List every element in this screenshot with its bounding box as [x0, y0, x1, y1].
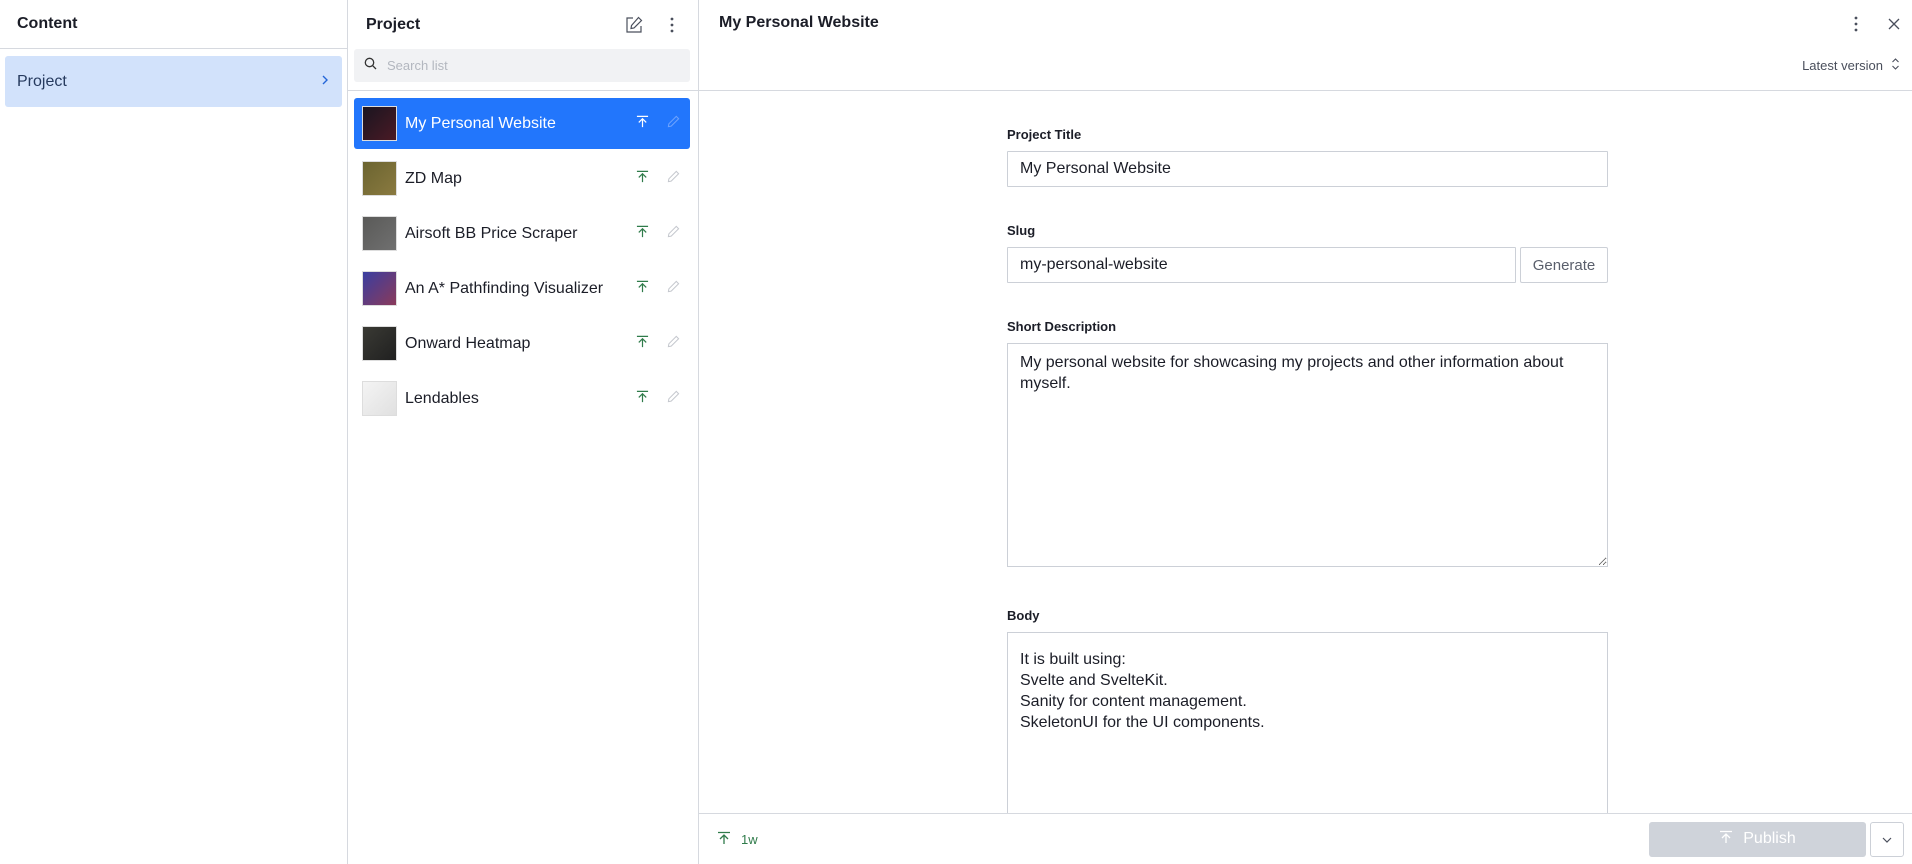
- project-list-item[interactable]: Lendables: [354, 373, 690, 424]
- more-vertical-icon[interactable]: [662, 15, 682, 35]
- pencil-icon: [667, 280, 680, 298]
- chevron-up-down-icon: [1891, 57, 1900, 74]
- project-item-label: ZD Map: [405, 169, 462, 187]
- version-label: Latest version: [1802, 58, 1883, 73]
- body-line: Sanity for content management.: [1020, 693, 1247, 710]
- project-list-pane: Project My Personal Website ZD Map Airsoft…: [348, 0, 699, 864]
- project-thumbnail: [362, 326, 397, 361]
- pencil-icon: [667, 170, 680, 188]
- pencil-icon: [667, 390, 680, 408]
- project-thumbnail: [362, 161, 397, 196]
- chevron-right-icon: [320, 73, 330, 91]
- body-line: Svelte and SvelteKit.: [1020, 672, 1168, 689]
- field-label: Project Title: [1007, 127, 1082, 142]
- publish-status[interactable]: 1w: [717, 831, 758, 848]
- document-footer: 1w Publish: [699, 813, 1912, 864]
- content-pane: Content Project: [0, 0, 348, 864]
- search-box: [354, 49, 690, 82]
- project-item-label: My Personal Website: [405, 114, 556, 132]
- project-item-label: An A* Pathfinding Visualizer: [405, 279, 604, 297]
- field-body: Body It is built using: Svelte and Svelt…: [1007, 608, 1608, 813]
- version-selector[interactable]: Latest version: [1802, 57, 1900, 74]
- project-thumbnail: [362, 271, 397, 306]
- published-icon: [636, 335, 649, 353]
- project-item-label: Onward Heatmap: [405, 334, 531, 352]
- published-icon: [636, 225, 649, 243]
- nav-item-project[interactable]: Project: [5, 56, 342, 107]
- document-header: My Personal Website Latest version: [699, 0, 1912, 91]
- project-thumbnail: [362, 106, 397, 141]
- project-thumbnail: [362, 216, 397, 251]
- publish-label: Publish: [1743, 830, 1796, 847]
- project-list: My Personal Website ZD Map Airsoft BB Pric…: [348, 91, 698, 428]
- body-line: It is built using:: [1020, 651, 1126, 668]
- field-project-title: Project Title: [1007, 127, 1608, 187]
- search-input[interactable]: [387, 58, 680, 73]
- close-icon[interactable]: [1884, 14, 1904, 34]
- project-list-item[interactable]: ZD Map: [354, 153, 690, 204]
- published-icon: [636, 170, 649, 188]
- published-icon: [636, 115, 649, 133]
- content-pane-header: Content: [0, 0, 347, 49]
- studio-app: Content Project Project Search list My P…: [0, 0, 1912, 864]
- project-list-item[interactable]: An A* Pathfinding Visualizer: [354, 263, 690, 314]
- published-icon: [717, 831, 731, 848]
- project-list-item[interactable]: Onward Heatmap: [354, 318, 690, 369]
- field-label: Slug: [1007, 223, 1036, 238]
- compose-icon[interactable]: [624, 15, 644, 35]
- pencil-icon: [667, 335, 680, 353]
- field-label: Body: [1007, 608, 1040, 623]
- pencil-icon: [667, 115, 680, 133]
- generate-button[interactable]: Generate: [1520, 247, 1608, 283]
- publish-icon: [1719, 830, 1733, 849]
- slug-input[interactable]: [1007, 247, 1516, 283]
- document-pane: My Personal Website Latest version Proje: [699, 0, 1912, 864]
- project-thumbnail: [362, 381, 397, 416]
- field-slug: Slug Generate: [1007, 223, 1608, 283]
- list-pane-title: Project: [366, 15, 421, 33]
- body-line: SkeletonUI for the UI components.: [1020, 714, 1265, 731]
- project-list-item[interactable]: My Personal Website: [354, 98, 690, 149]
- published-icon: [636, 390, 649, 408]
- project-item-label: Airsoft BB Price Scraper: [405, 224, 578, 242]
- published-icon: [636, 280, 649, 298]
- more-actions-button[interactable]: [1870, 821, 1904, 857]
- document-title: My Personal Website: [719, 14, 879, 31]
- project-list-item[interactable]: Airsoft BB Price Scraper: [354, 208, 690, 259]
- nav-item-label: Project: [17, 72, 67, 90]
- field-short-description: Short Description My personal website fo…: [1007, 319, 1608, 572]
- list-pane-header: Project: [348, 0, 698, 49]
- document-form: Project Title Slug Generate Short Descri…: [699, 91, 1912, 813]
- publish-button[interactable]: Publish: [1649, 821, 1866, 857]
- search-icon: [364, 57, 377, 75]
- content-pane-title: Content: [17, 15, 78, 32]
- project-title-input[interactable]: [1007, 151, 1608, 187]
- field-label: Short Description: [1007, 319, 1117, 334]
- publish-status-time: 1w: [741, 831, 758, 847]
- pencil-icon: [667, 225, 680, 243]
- body-editor[interactable]: It is built using: Svelte and SvelteKit.…: [1007, 632, 1608, 813]
- chevron-down-icon: [1881, 832, 1893, 847]
- project-item-label: Lendables: [405, 389, 479, 407]
- more-vertical-icon[interactable]: [1846, 14, 1866, 34]
- short-description-textarea[interactable]: My personal website for showcasing my pr…: [1007, 343, 1608, 567]
